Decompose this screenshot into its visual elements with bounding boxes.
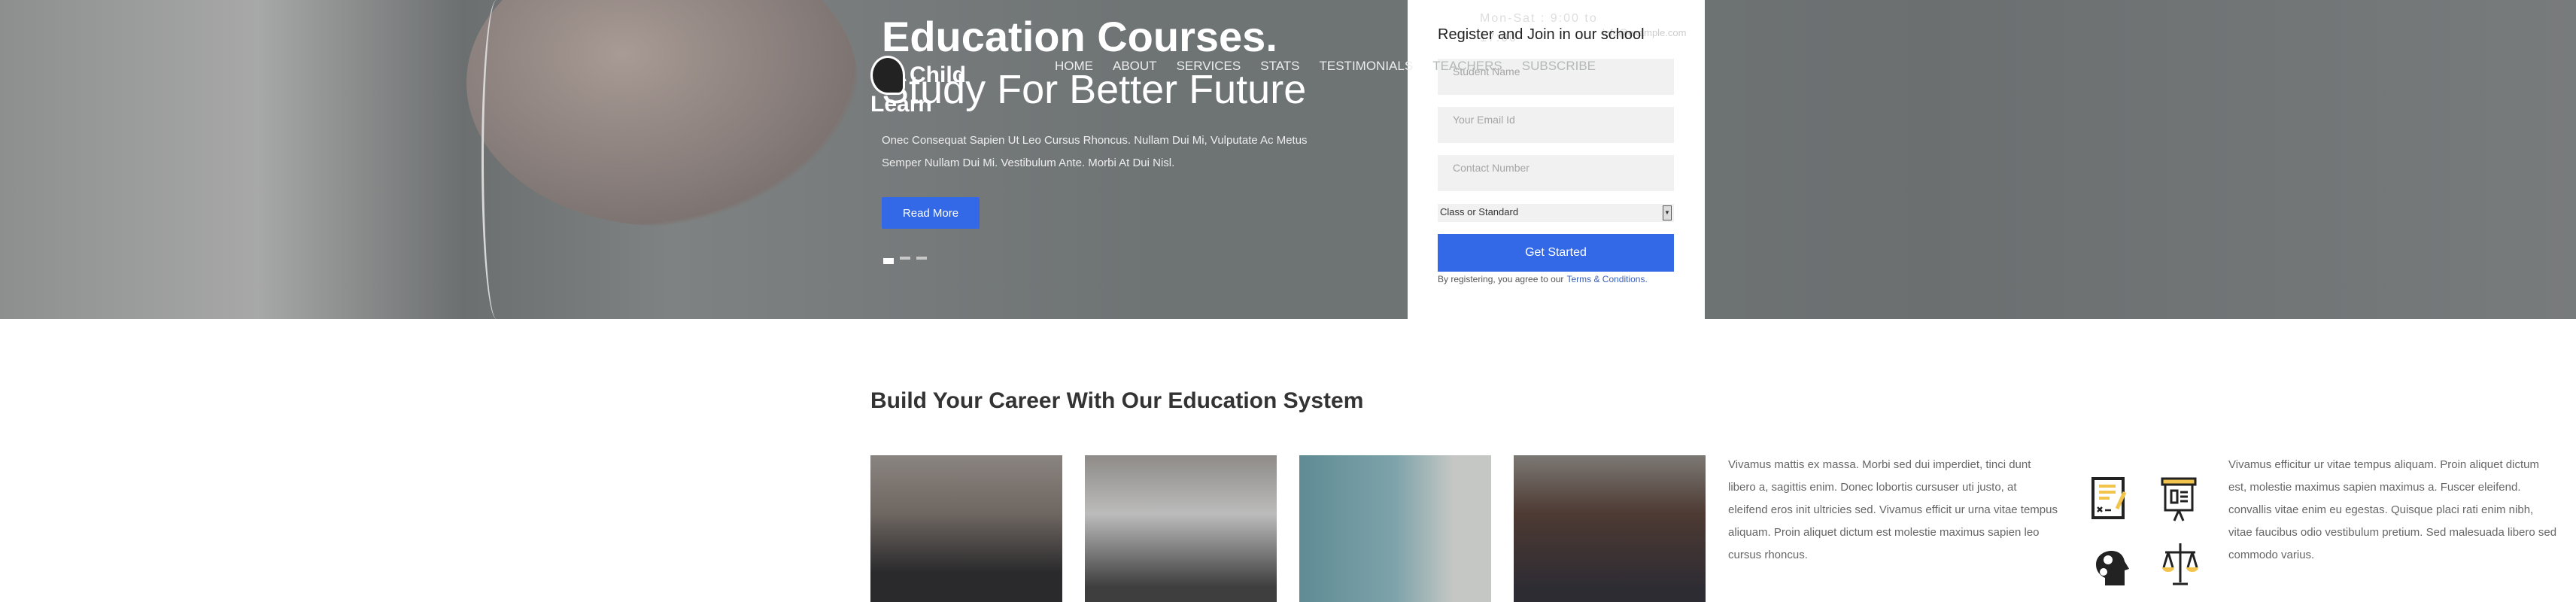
section-title: Build Your Career With Our Education Sys… [870, 388, 1364, 413]
exam-paper-icon [2091, 476, 2134, 521]
class-select[interactable]: Class or Standard ▼ [1438, 204, 1674, 222]
gallery-photo-2 [1085, 455, 1277, 602]
logo-subtext: Learn [870, 92, 932, 117]
section-text-right: Vivamus efficitur ur vitae tempus aliqua… [2228, 458, 2557, 561]
slide-dot-2[interactable] [900, 257, 910, 260]
nav-stats[interactable]: STATS [1260, 59, 1299, 74]
head-gears-icon [870, 56, 905, 95]
hero-photo-earphone [481, 0, 512, 319]
nav-about[interactable]: ABOUT [1113, 59, 1157, 74]
gallery-photo-3 [1299, 455, 1491, 602]
slide-dot-1[interactable] [883, 258, 894, 264]
head-gears-icon [2091, 542, 2134, 587]
read-more-button[interactable]: Read More [882, 197, 980, 229]
terms-prefix: By registering, you agree to our [1438, 274, 1564, 284]
class-select-value: Class or Standard [1440, 206, 1519, 217]
scales-icon [2159, 542, 2201, 587]
nav-home[interactable]: HOME [1055, 59, 1093, 74]
get-started-button[interactable]: Get Started [1438, 234, 1674, 272]
form-title: Register and Join in our school [1438, 26, 1645, 43]
slider-dots [883, 257, 927, 264]
section-text-left: Vivamus mattis ex massa. Morbi sed dui i… [1728, 458, 2058, 561]
terms-text: By registering, you agree to our Terms & … [1438, 274, 1648, 284]
logo-text: Child [910, 62, 966, 87]
main-nav: HOME ABOUT SERVICES STATS TESTIMONIALS T… [1055, 59, 1596, 74]
nav-services[interactable]: SERVICES [1177, 59, 1241, 74]
nav-teachers[interactable]: TEACHERS [1432, 59, 1502, 74]
terms-link[interactable]: Terms & Conditions. [1566, 274, 1647, 284]
chevron-down-icon: ▼ [1663, 205, 1672, 220]
nav-testimonials[interactable]: TESTIMONIALS [1320, 59, 1414, 74]
contact-number-input[interactable] [1438, 155, 1674, 191]
email-input[interactable] [1438, 107, 1674, 143]
gallery-photo-4 [1514, 455, 1706, 602]
nav-subscribe[interactable]: SUBSCRIBE [1522, 59, 1596, 74]
logo[interactable]: Child [870, 56, 966, 95]
slide-dot-3[interactable] [916, 257, 927, 260]
presentation-board-icon [2159, 473, 2201, 521]
hero-photo [466, 0, 858, 226]
hero-title: Education Courses. [882, 13, 1277, 60]
gallery-photo-1 [870, 455, 1062, 602]
hero-text: Onec Consequat Sapien Ut Leo Cursus Rhon… [882, 134, 1308, 169]
